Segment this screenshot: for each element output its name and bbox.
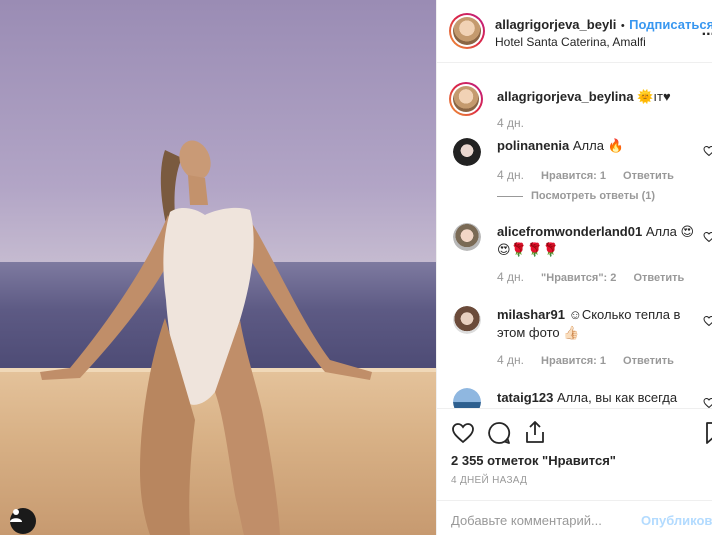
- comment-reply-button[interactable]: Ответить: [623, 355, 674, 367]
- comment-like-heart-icon[interactable]: [703, 145, 712, 157]
- comment-like-heart-icon[interactable]: [703, 231, 712, 243]
- author-username[interactable]: allagrigorjeva_beyli: [495, 17, 616, 32]
- comment-like-heart-icon[interactable]: [703, 397, 712, 408]
- post-header: allagrigorjeva_beyli • Подписаться Hotel…: [437, 0, 712, 63]
- replies-line: [497, 195, 523, 197]
- comment-body: Алла 🔥: [572, 138, 624, 153]
- comment-body-line2: этом фото 👍🏻: [497, 325, 580, 340]
- caption-username[interactable]: allagrigorjeva_beylina: [497, 89, 634, 104]
- comment-text: milashar91 ☺Сколько тепла в этом фото 👍🏻: [497, 306, 697, 342]
- comment-body: ☺Сколько тепла в: [568, 307, 681, 322]
- heart-icon[interactable]: [451, 421, 475, 445]
- comment-likes[interactable]: "Нравится": 2: [541, 272, 616, 284]
- author-avatar[interactable]: [449, 13, 485, 49]
- comment-icon[interactable]: [487, 421, 511, 445]
- comment-composer: Добавьте комментарий... Опубликовать: [437, 500, 712, 536]
- view-replies[interactable]: Посмотреть ответы (1): [497, 190, 669, 202]
- comment-meta: 4 дн. Нравится: 1 Ответить: [497, 353, 688, 367]
- bookmark-icon[interactable]: [705, 421, 712, 445]
- comment-reply-button[interactable]: Ответить: [623, 170, 674, 182]
- caption-time[interactable]: 4 дн.: [497, 116, 524, 130]
- comment-time[interactable]: 4 дн.: [497, 270, 524, 284]
- comment-time[interactable]: 4 дн.: [497, 353, 524, 367]
- comment-reply-button[interactable]: Ответить: [633, 272, 684, 284]
- caption-avatar[interactable]: [449, 82, 483, 116]
- comment-body: Алла 😍: [645, 224, 695, 239]
- caption-body: 🌞ıт♥: [637, 89, 671, 104]
- comment-likes[interactable]: Нравится: 1: [541, 355, 606, 367]
- comment-username[interactable]: tataig123: [497, 390, 553, 405]
- comment-username[interactable]: milashar91: [497, 307, 565, 322]
- publish-button[interactable]: Опубликовать: [641, 513, 712, 528]
- user-tag-icon: [10, 509, 22, 522]
- comment-username[interactable]: alicefromwonderland01: [497, 224, 642, 239]
- share-icon[interactable]: [523, 420, 547, 444]
- likes-count[interactable]: 2 355 отметок "Нравится": [451, 453, 616, 468]
- user-tag-button[interactable]: [10, 508, 36, 534]
- comment-avatar[interactable]: [453, 138, 481, 166]
- comment-meta: 4 дн. "Нравится": 2 Ответить: [497, 270, 698, 284]
- comment-like-heart-icon[interactable]: [703, 315, 712, 327]
- post-side-panel: allagrigorjeva_beyli • Подписаться Hotel…: [436, 0, 712, 535]
- comment-text: polinanenia Алла 🔥: [497, 137, 697, 155]
- post-location[interactable]: Hotel Santa Caterina, Amalfi: [495, 35, 646, 49]
- comment-time[interactable]: 4 дн.: [497, 168, 524, 182]
- more-icon[interactable]: ...: [702, 22, 712, 40]
- caption-meta: 4 дн.: [497, 116, 538, 130]
- comment-likes[interactable]: Нравится: 1: [541, 170, 606, 182]
- caption-text: allagrigorjeva_beylina 🌞ıт♥: [497, 88, 697, 106]
- comments-list: allagrigorjeva_beylina 🌞ıт♥ 4 дн. polina…: [437, 63, 712, 408]
- comment-avatar[interactable]: [453, 388, 481, 408]
- comment-avatar[interactable]: [453, 223, 481, 251]
- view-replies-button[interactable]: Посмотреть ответы (1): [531, 190, 655, 202]
- post-photo[interactable]: [0, 0, 436, 535]
- comment-text: alicefromwonderland01 Алла 😍 😍🌹🌹🌹: [497, 223, 697, 259]
- comment-avatar[interactable]: [453, 306, 481, 334]
- action-bar: 2 355 отметок "Нравится" 4 ДНЕЙ НАЗАД: [437, 408, 712, 509]
- comment-body: Алла, вы как всегда: [557, 390, 678, 405]
- header-separator: •: [620, 20, 625, 32]
- comment-text: tataig123 Алла, вы как всегда: [497, 389, 697, 407]
- comment-meta: 4 дн. Нравится: 1 Ответить: [497, 168, 688, 182]
- follow-button[interactable]: Подписаться: [629, 17, 712, 32]
- post-date[interactable]: 4 ДНЕЙ НАЗАД: [451, 475, 527, 486]
- comment-input[interactable]: Добавьте комментарий...: [451, 513, 602, 528]
- comment-username[interactable]: polinanenia: [497, 138, 569, 153]
- photo-figure: [40, 140, 372, 535]
- comment-body-line2: 😍🌹🌹🌹: [497, 242, 560, 257]
